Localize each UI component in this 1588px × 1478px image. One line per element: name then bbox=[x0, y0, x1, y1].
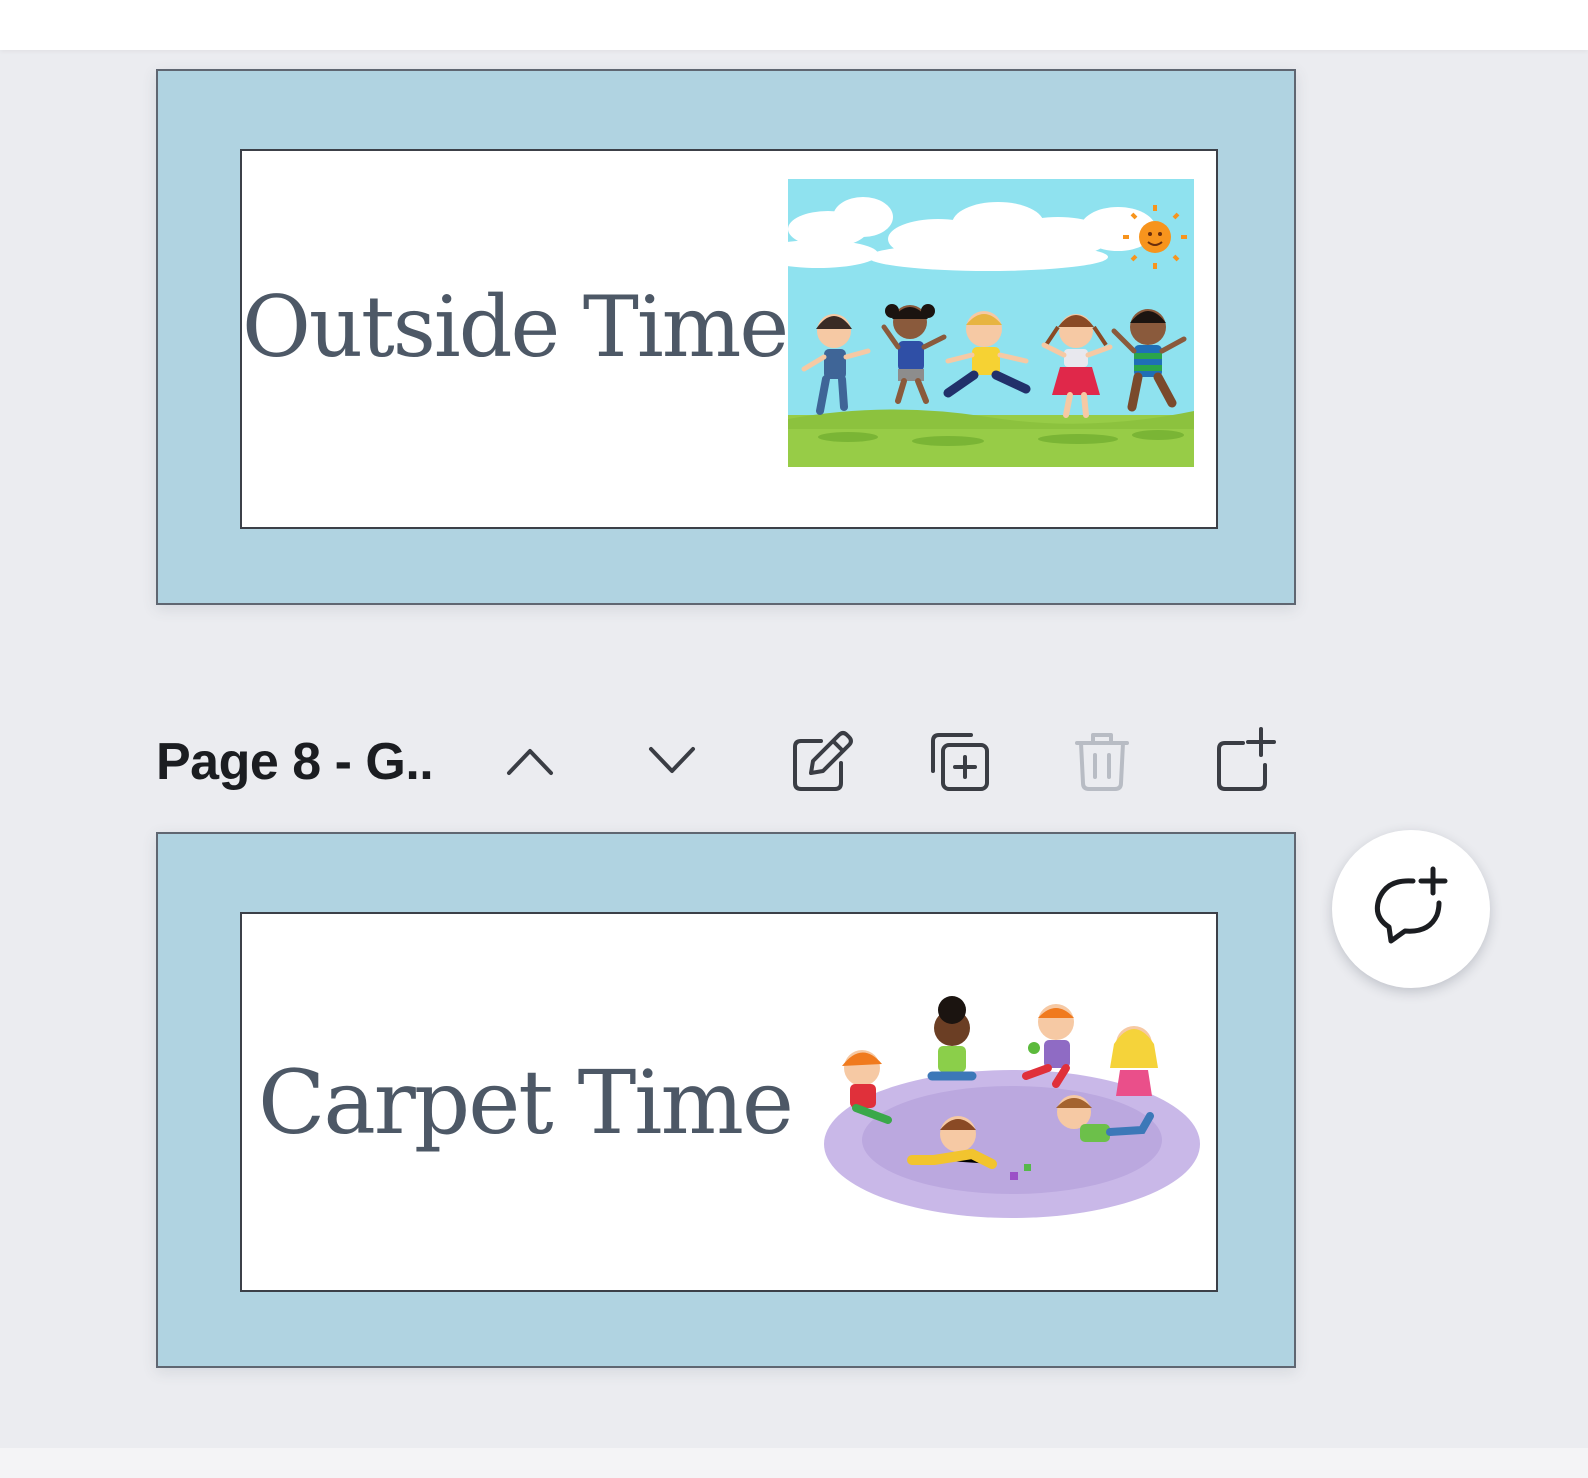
move-up-button[interactable] bbox=[490, 720, 570, 800]
kids-jumping-image[interactable] bbox=[788, 179, 1194, 467]
top-bar bbox=[0, 0, 1588, 50]
move-up-icon bbox=[507, 749, 553, 775]
add-page-button[interactable] bbox=[1204, 720, 1284, 800]
move-down-icon bbox=[649, 747, 695, 773]
edit-icon bbox=[793, 731, 853, 791]
page-title[interactable]: Page 8 - G.. bbox=[156, 732, 434, 792]
add-page-icon bbox=[1217, 727, 1276, 791]
page-toolbar: Page 8 - G.. bbox=[156, 720, 1296, 800]
edit-page-button[interactable] bbox=[780, 720, 860, 800]
duplicate-page-button[interactable] bbox=[920, 720, 1000, 800]
label-card[interactable]: Outside Time bbox=[240, 149, 1218, 529]
kids-on-carpet-image[interactable] bbox=[812, 984, 1212, 1224]
design-page-outside-time[interactable]: Outside Time bbox=[156, 69, 1296, 605]
bottom-bar bbox=[0, 1448, 1588, 1478]
label-card[interactable]: Carpet Time bbox=[240, 912, 1218, 1292]
move-down-button[interactable] bbox=[632, 720, 712, 800]
card-title[interactable]: Carpet Time bbox=[258, 914, 794, 1290]
design-page-carpet-time[interactable]: Carpet Time bbox=[156, 832, 1296, 1368]
delete-page-button[interactable] bbox=[1062, 720, 1142, 800]
delete-icon bbox=[1075, 733, 1129, 791]
add-comment-icon bbox=[1374, 866, 1448, 944]
duplicate-icon bbox=[931, 733, 989, 791]
add-comment-button[interactable] bbox=[1332, 830, 1490, 988]
card-title[interactable]: Outside Time bbox=[242, 151, 789, 515]
